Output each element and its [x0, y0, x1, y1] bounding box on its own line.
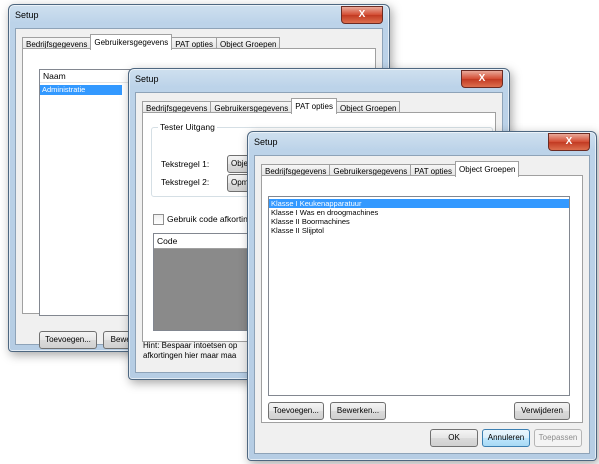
line2-label: Tekstregel 2:	[161, 177, 210, 187]
window-client: Bedrijfsgegevens Gebruikersgegevens PAT op…	[254, 155, 590, 454]
hint-line-1: Hint: Bespaar intoetsen op	[143, 341, 238, 350]
line1-label: Tekstregel 1:	[161, 159, 210, 169]
window-title: Setup	[254, 137, 278, 147]
list-item[interactable]: Klasse II Slijptol	[269, 226, 569, 235]
ok-button[interactable]: OK	[430, 429, 478, 447]
hint-line-2: afkortingen hier maar maa	[143, 351, 237, 360]
close-button[interactable]: X	[548, 133, 590, 151]
title-bar[interactable]: Setup X	[248, 132, 596, 154]
add-button[interactable]: Toevoegen...	[39, 331, 97, 349]
close-button[interactable]: X	[461, 70, 503, 88]
add-group-button-label: Toevoegen...	[273, 406, 319, 415]
close-button[interactable]: X	[341, 6, 383, 24]
cancel-button-label: Annuleren	[487, 433, 525, 442]
list-item[interactable]: Klasse I Was en droogmachines	[269, 208, 569, 217]
add-button-label: Toevoegen...	[45, 335, 91, 344]
tab-object-groepen[interactable]: Object Groepen	[455, 161, 520, 177]
group-title: Tester Uitgang	[158, 122, 217, 132]
tab-page: Klasse I Keukenapparatuur Klasse I Was e…	[261, 175, 583, 423]
window-title: Setup	[15, 10, 39, 20]
window-title: Setup	[135, 74, 159, 84]
delete-group-button-label: Verwijderen	[521, 406, 563, 415]
tab-gebruikersgegevens[interactable]: Gebruikersgegevens	[90, 34, 173, 50]
tab-pat-opties[interactable]: PAT opties	[291, 98, 337, 114]
delete-group-button[interactable]: Verwijderen	[514, 402, 570, 420]
title-bar[interactable]: Setup X	[129, 69, 509, 91]
apply-button[interactable]: Toepassen	[534, 429, 582, 447]
edit-group-button-label: Bewerken...	[336, 406, 380, 415]
tab-strip: Bedrijfsgegevens Gebruikersgegevens PAT op…	[142, 98, 401, 115]
setup-window-object-groepen: Setup X Bedrijfsgegevens Gebruikersgegeve…	[247, 131, 597, 461]
list-item[interactable]: Klasse I Keukenapparatuur	[269, 199, 569, 208]
cancel-button[interactable]: Annuleren	[482, 429, 530, 447]
tab-strip: Bedrijfsgegevens Gebruikersgegevens PAT op…	[22, 34, 281, 51]
title-bar[interactable]: Setup X	[9, 5, 389, 27]
list-item[interactable]: Klasse II Boormachines	[269, 217, 569, 226]
ok-button-label: OK	[448, 433, 460, 442]
close-icon: X	[478, 73, 486, 84]
tab-strip: Bedrijfsgegevens Gebruikersgegevens PAT op…	[261, 161, 520, 178]
list-item[interactable]: Administratie	[40, 85, 122, 95]
apply-button-label: Toepassen	[538, 433, 578, 442]
close-icon: X	[565, 136, 573, 147]
use-code-abbreviation-checkbox[interactable]	[153, 214, 164, 225]
close-icon: X	[358, 9, 366, 20]
checkbox-label: Gebruik code afkorting	[167, 214, 253, 224]
edit-group-button[interactable]: Bewerken...	[330, 402, 386, 420]
object-groups-listbox[interactable]: Klasse I Keukenapparatuur Klasse I Was e…	[268, 196, 570, 396]
add-group-button[interactable]: Toevoegen...	[268, 402, 324, 420]
